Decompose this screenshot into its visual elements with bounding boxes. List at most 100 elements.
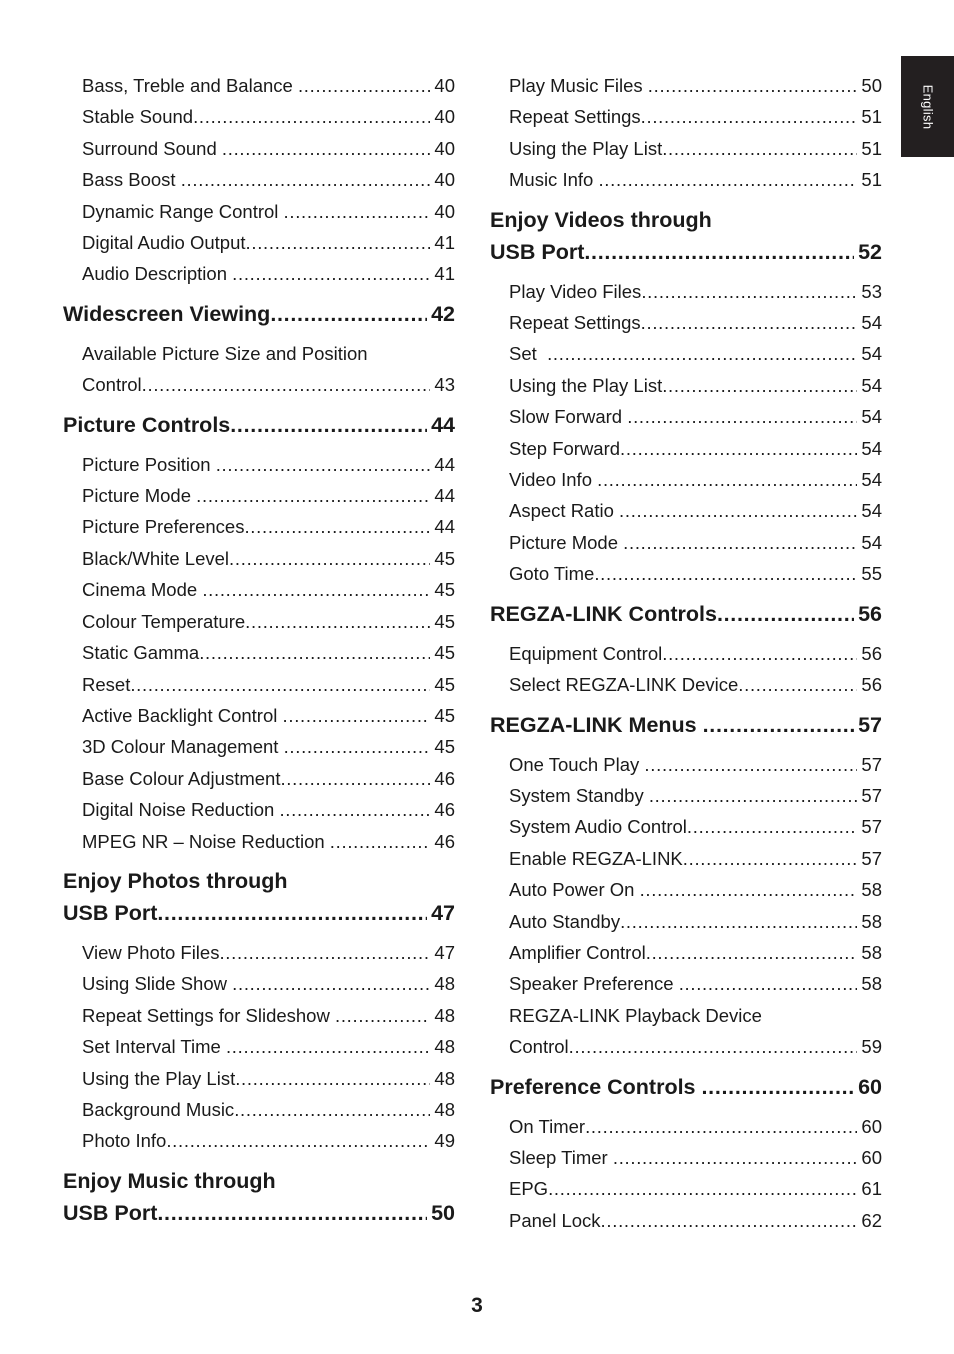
toc-entry[interactable]: Picture Position 44 [63, 449, 455, 480]
toc-entry[interactable]: Auto Power On 58 [490, 874, 882, 905]
toc-entry[interactable]: EPG 61 [490, 1173, 882, 1204]
toc-entry[interactable]: MPEG NR – Noise Reduction 46 [63, 826, 455, 857]
toc-entry-label: Picture Mode [509, 531, 624, 553]
toc-entry[interactable]: Colour Temperature 45 [63, 606, 455, 637]
toc-entry-line: USB Port 52 [490, 236, 882, 268]
toc-section-heading[interactable]: Widescreen Viewing 42 [63, 298, 455, 330]
toc-entry[interactable]: Bass, Treble and Balance 40 [63, 70, 455, 101]
toc-entry-line: REGZA-LINK Controls 56 [490, 598, 882, 630]
toc-entry[interactable]: Select REGZA-LINK Device 56 [490, 669, 882, 700]
toc-entry-label: REGZA-LINK Playback Device [509, 1004, 762, 1026]
toc-entry[interactable]: Panel Lock 62 [490, 1205, 882, 1236]
toc-entry-page-number: 40 [434, 137, 455, 159]
toc-entry[interactable]: Set Interval Time 48 [63, 1031, 455, 1062]
toc-entry[interactable]: Using the Play List 54 [490, 370, 882, 401]
toc-section-heading[interactable]: REGZA-LINK Controls 56 [490, 598, 882, 630]
toc-entry[interactable]: Dynamic Range Control 40 [63, 196, 455, 227]
toc-entry-line: Control 43 [82, 369, 455, 400]
toc-entry-line: Step Forward 54 [509, 433, 882, 464]
toc-entry[interactable]: Using the Play List 48 [63, 1063, 455, 1094]
toc-entry[interactable]: Repeat Settings 54 [490, 307, 882, 338]
toc-entry[interactable]: Bass Boost 40 [63, 164, 455, 195]
toc-entry-line: Bass, Treble and Balance 40 [82, 70, 455, 101]
toc-section-heading[interactable]: Preference Controls 60 [490, 1071, 882, 1103]
toc-entry[interactable]: View Photo Files 47 [63, 937, 455, 968]
toc-entry[interactable]: Background Music 48 [63, 1094, 455, 1125]
toc-entry-line: Enjoy Videos through52 [490, 204, 882, 236]
toc-entry-label: Equipment Control [509, 642, 663, 664]
dot-leader [620, 906, 857, 937]
toc-entry[interactable]: REGZA-LINK Playback Device59 Control 59 [490, 1000, 882, 1063]
toc-entry[interactable]: Available Picture Size and Position43Con… [63, 338, 455, 401]
toc-entry[interactable]: Repeat Settings for Slideshow 48 [63, 1000, 455, 1031]
dot-leader [646, 937, 858, 968]
toc-entry[interactable]: Using Slide Show 48 [63, 968, 455, 999]
toc-entry-line: Picture Mode 54 [509, 527, 882, 558]
toc-section-heading[interactable]: Enjoy Videos through52 USB Port 52 [490, 204, 882, 268]
dot-leader [283, 700, 431, 731]
toc-entry[interactable]: Sleep Timer 60 [490, 1142, 882, 1173]
page-number: 3 [471, 1294, 483, 1317]
toc-entry[interactable]: One Touch Play 57 [490, 749, 882, 780]
toc-entry[interactable]: Picture Mode 54 [490, 527, 882, 558]
toc-entry[interactable]: Auto Standby 58 [490, 906, 882, 937]
toc-entry[interactable]: Reset 45 [63, 669, 455, 700]
toc-section-heading[interactable]: Enjoy Photos through47 USB Port 47 [63, 865, 455, 929]
toc-entry-line: MPEG NR – Noise Reduction 46 [82, 826, 455, 857]
toc-entry[interactable]: Audio Description 41 [63, 258, 455, 289]
toc-section-heading[interactable]: REGZA-LINK Menus 57 [490, 709, 882, 741]
toc-entry[interactable]: Digital Audio Output 41 [63, 227, 455, 258]
toc-entry-page-number: 60 [861, 1115, 882, 1137]
toc-entry[interactable]: Play Music Files 50 [490, 70, 882, 101]
toc-entry-page-number: 48 [434, 1098, 455, 1120]
toc-entry[interactable]: Stable Sound 40 [63, 101, 455, 132]
toc-entry[interactable]: Speaker Preference 58 [490, 968, 882, 999]
toc-entry[interactable]: Picture Mode 44 [63, 480, 455, 511]
toc-entry[interactable]: Repeat Settings 51 [490, 101, 882, 132]
toc-entry-page-number: 53 [861, 280, 882, 302]
toc-entry[interactable]: System Standby 57 [490, 780, 882, 811]
toc-entry-label: Picture Preferences [82, 516, 245, 538]
toc-column-right: Play Music Files 50Repeat Settings51Usin… [490, 70, 882, 1237]
toc-entry-page-number: 51 [861, 169, 882, 191]
toc-entry[interactable]: On Timer 60 [490, 1111, 882, 1142]
toc-entry-line: Using the Play List 54 [509, 370, 882, 401]
toc-entry[interactable]: Step Forward 54 [490, 433, 882, 464]
toc-entry[interactable]: Base Colour Adjustment 46 [63, 763, 455, 794]
toc-entry[interactable]: 3D Colour Management 45 [63, 731, 455, 762]
dot-leader [230, 409, 427, 441]
dot-leader [181, 164, 431, 195]
toc-entry[interactable]: Active Backlight Control 45 [63, 700, 455, 731]
toc-entry-label: Picture Controls [63, 412, 231, 437]
toc-entry[interactable]: Play Video Files 53 [490, 276, 882, 307]
toc-entry[interactable]: Equipment Control 56 [490, 638, 882, 669]
toc-entry[interactable]: Black/White Level 45 [63, 543, 455, 574]
toc-entry-page-number: 60 [858, 1074, 882, 1099]
toc-entry[interactable]: Picture Preferences 44 [63, 511, 455, 542]
toc-entry[interactable]: Surround Sound 40 [63, 133, 455, 164]
toc-entry-page-number: 51 [861, 137, 882, 159]
toc-entry-line: System Standby 57 [509, 780, 882, 811]
toc-section-heading[interactable]: Picture Controls 44 [63, 409, 455, 441]
toc-entry[interactable]: Slow Forward 54 [490, 401, 882, 432]
toc-entry[interactable]: System Audio Control 57 [490, 811, 882, 842]
toc-entry[interactable]: Static Gamma 45 [63, 637, 455, 668]
toc-entry[interactable]: Set 54 [490, 338, 882, 369]
toc-entry[interactable]: Music Info 51 [490, 164, 882, 195]
toc-entry[interactable]: Photo Info 49 [63, 1125, 455, 1156]
dot-leader [157, 1197, 427, 1229]
toc-entry[interactable]: Goto Time 55 [490, 558, 882, 589]
toc-entry[interactable]: Using the Play List 51 [490, 133, 882, 164]
toc-entry[interactable]: Video Info 54 [490, 464, 882, 495]
dot-leader [284, 196, 431, 227]
toc-entry-page-number: 54 [861, 343, 882, 365]
toc-entry[interactable]: Amplifier Control 58 [490, 937, 882, 968]
toc-entry-line: On Timer 60 [509, 1111, 882, 1142]
toc-entry[interactable]: Digital Noise Reduction 46 [63, 794, 455, 825]
toc-entry-line: Enjoy Music through50 [63, 1165, 455, 1197]
toc-entry[interactable]: Aspect Ratio 54 [490, 495, 882, 526]
toc-section-heading[interactable]: Enjoy Music through50 USB Port 50 [63, 1165, 455, 1229]
toc-entry[interactable]: Cinema Mode 45 [63, 574, 455, 605]
toc-entry-label: Using the Play List [509, 137, 663, 159]
toc-entry[interactable]: Enable REGZA-LINK 57 [490, 843, 882, 874]
